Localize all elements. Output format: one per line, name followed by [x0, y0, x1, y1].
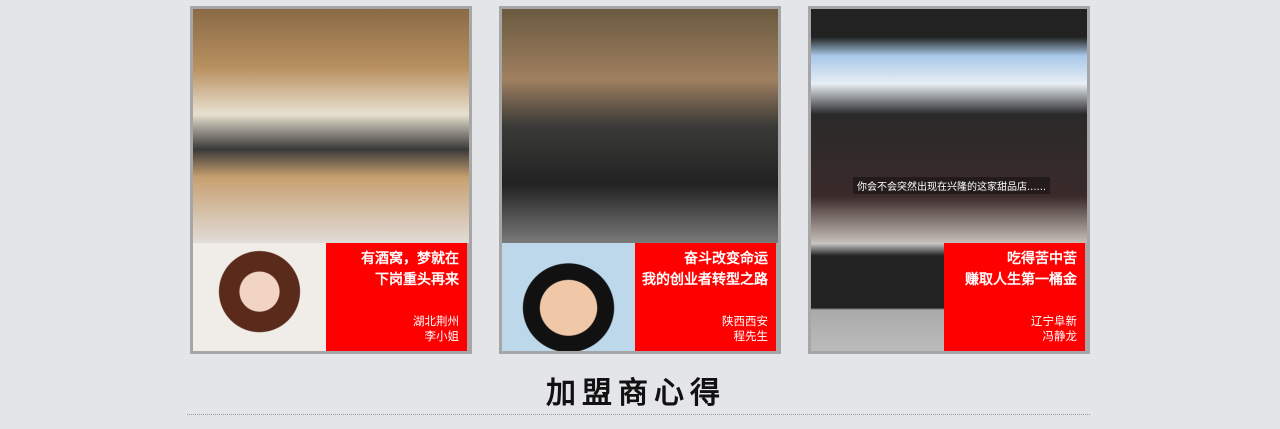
store-photo: [193, 9, 469, 243]
franchisee-portrait: [811, 243, 944, 351]
story-headline: 吃得苦中苦 赚取人生第一桶金: [965, 251, 1077, 288]
store-photo: [502, 9, 778, 243]
franchisee-card-3[interactable]: 你会不会突然出现在兴隆的这家甜品店...... 吃得苦中苦 赚取人生第一桶金 辽宁…: [808, 6, 1090, 354]
section-title: 加盟商心得: [546, 376, 726, 411]
franchisee-card-1[interactable]: 有酒窝，梦就在 下岗重头再来 湖北荆州 李小姐: [190, 6, 472, 354]
franchisee-info: 陕西西安 程先生: [722, 314, 768, 343]
franchisee-portrait: [193, 243, 326, 351]
photo-caption: 你会不会突然出现在兴隆的这家甜品店......: [853, 177, 1051, 194]
story-panel: 吃得苦中苦 赚取人生第一桶金 辽宁阜新 冯静龙: [944, 243, 1085, 351]
franchisee-portrait: [502, 243, 635, 351]
divider: [187, 414, 1090, 415]
story-headline: 奋斗改变命运 我的创业者转型之路: [642, 251, 768, 288]
story-headline: 有酒窝，梦就在 下岗重头再来: [361, 251, 459, 288]
story-panel: 有酒窝，梦就在 下岗重头再来 湖北荆州 李小姐: [326, 243, 467, 351]
franchisee-card-2[interactable]: 奋斗改变命运 我的创业者转型之路 陕西西安 程先生: [499, 6, 781, 354]
story-panel: 奋斗改变命运 我的创业者转型之路 陕西西安 程先生: [635, 243, 776, 351]
franchisee-info: 辽宁阜新 冯静龙: [1031, 314, 1077, 343]
store-photo: 你会不会突然出现在兴隆的这家甜品店......: [811, 9, 1087, 243]
franchisee-info: 湖北荆州 李小姐: [413, 314, 459, 343]
